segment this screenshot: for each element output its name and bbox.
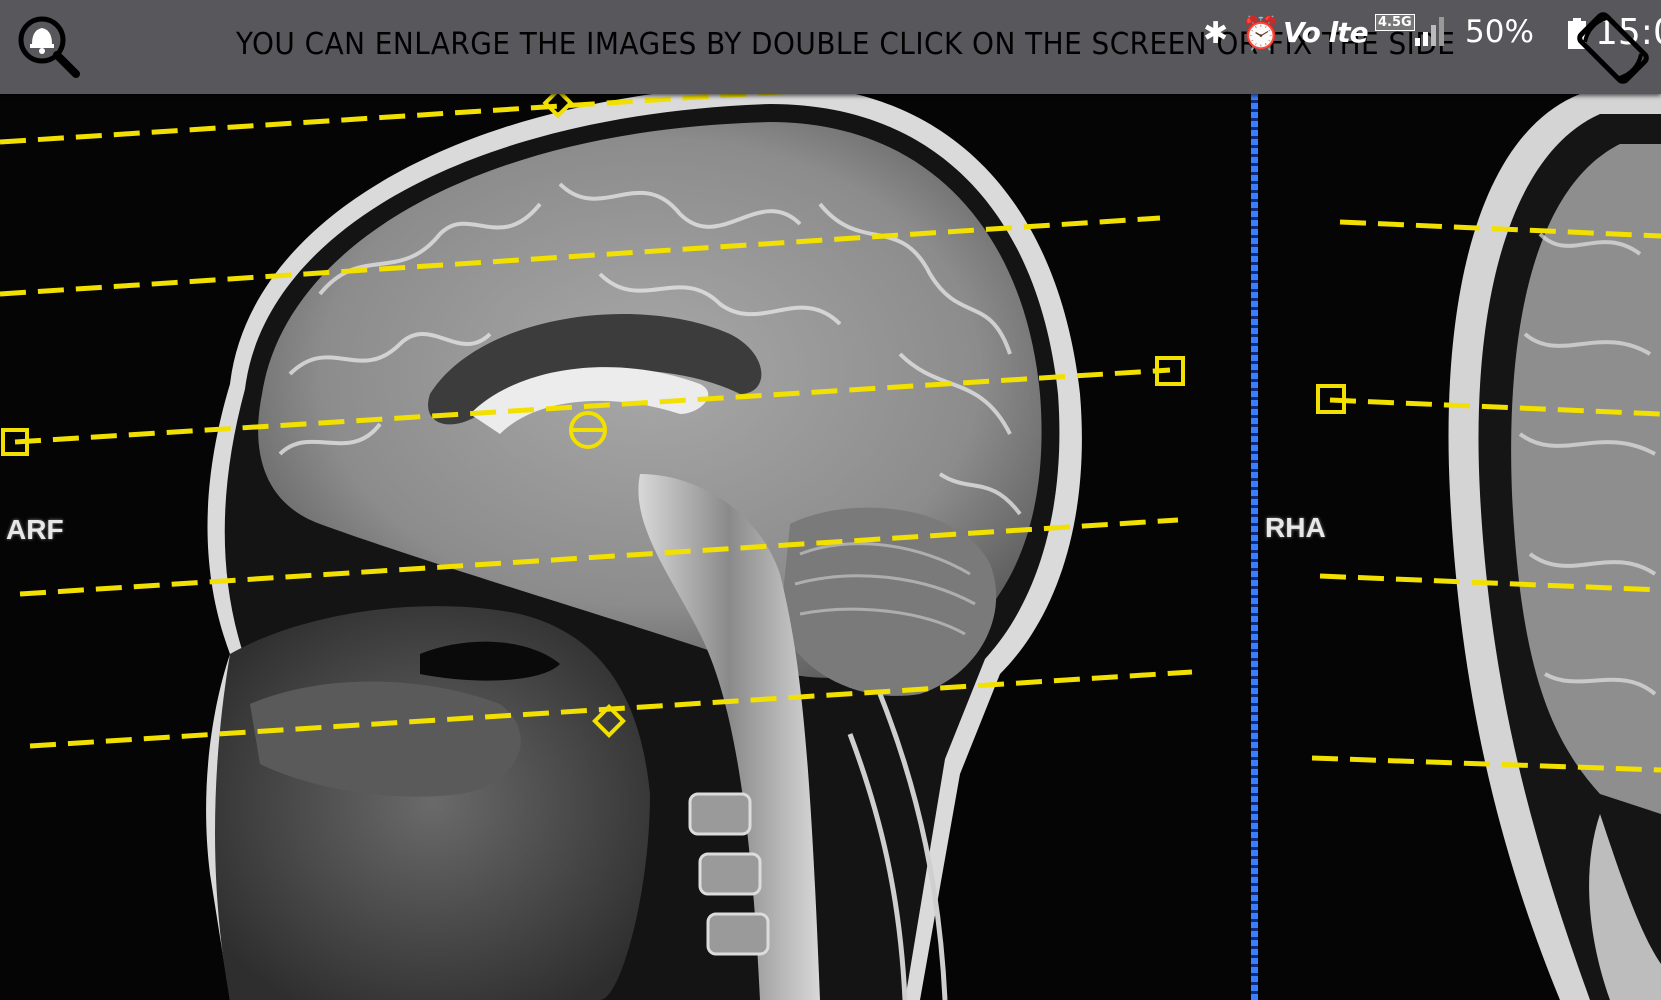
battery-percent: 50% bbox=[1465, 14, 1534, 50]
search-button[interactable] bbox=[12, 10, 82, 80]
rotate-screen-button[interactable] bbox=[1571, 6, 1655, 90]
top-bar: YOU CAN ENLARGE THE IMAGES BY DOUBLE CLI… bbox=[0, 0, 1661, 94]
orientation-label-right: RHA bbox=[1265, 512, 1326, 543]
mri-viewer[interactable]: ARF RHA bbox=[0, 94, 1661, 1000]
mri-scan-image bbox=[0, 94, 1661, 1000]
bluetooth-icon: ✱ bbox=[1203, 16, 1229, 51]
search-icon bbox=[18, 16, 80, 78]
volte-indicator: Vo lte bbox=[1283, 16, 1369, 49]
signal-icon bbox=[1415, 17, 1444, 46]
alarm-icon: ⏰ bbox=[1241, 14, 1281, 52]
network-type-badge: 4.5G bbox=[1375, 14, 1415, 31]
view-divider bbox=[1251, 94, 1258, 1000]
rotate-icon bbox=[1577, 12, 1649, 84]
orientation-label-left: ARF bbox=[6, 514, 64, 545]
